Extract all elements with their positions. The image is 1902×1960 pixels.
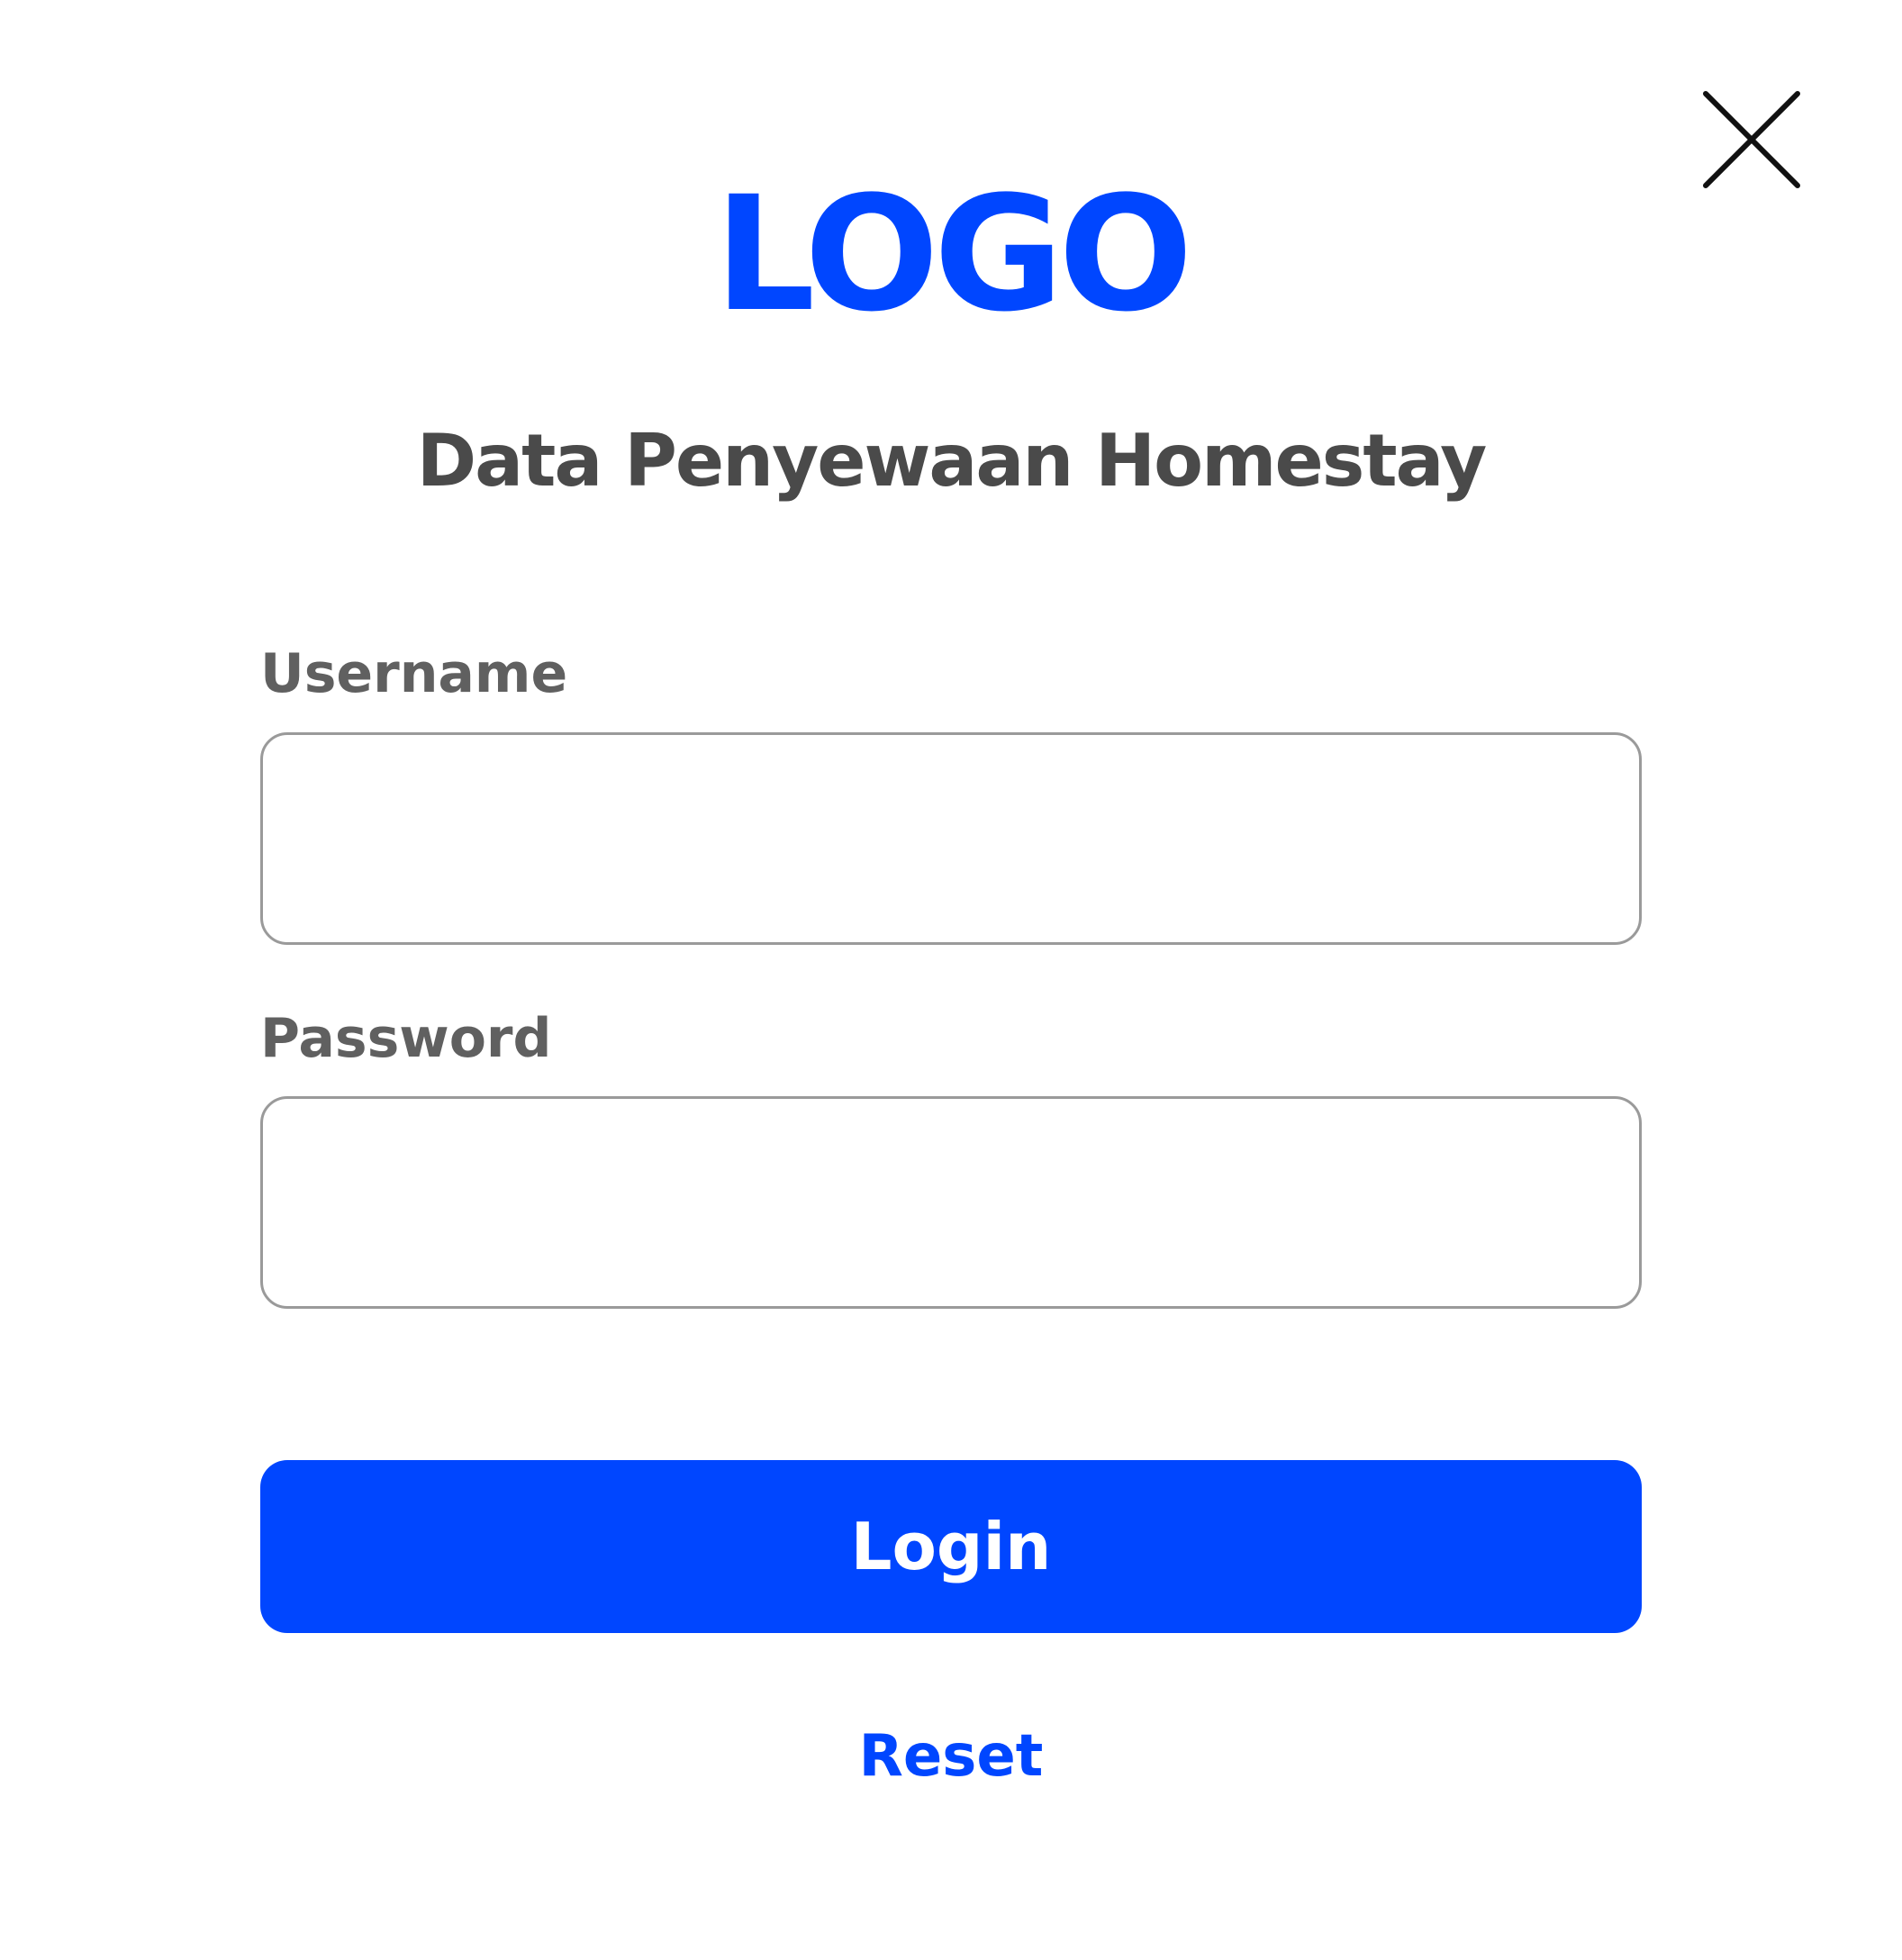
username-input[interactable] xyxy=(260,732,1642,945)
page-title: Data Penyewaan Homestay xyxy=(416,419,1487,503)
username-label: Username xyxy=(260,642,568,705)
close-button[interactable] xyxy=(1702,90,1801,189)
reset-link[interactable]: Reset xyxy=(771,1711,1131,1801)
login-button[interactable]: Login xyxy=(260,1460,1642,1633)
password-label: Password xyxy=(260,1007,552,1070)
logo: LOGO xyxy=(714,162,1193,347)
close-icon xyxy=(1703,91,1800,188)
password-input[interactable] xyxy=(260,1096,1642,1309)
